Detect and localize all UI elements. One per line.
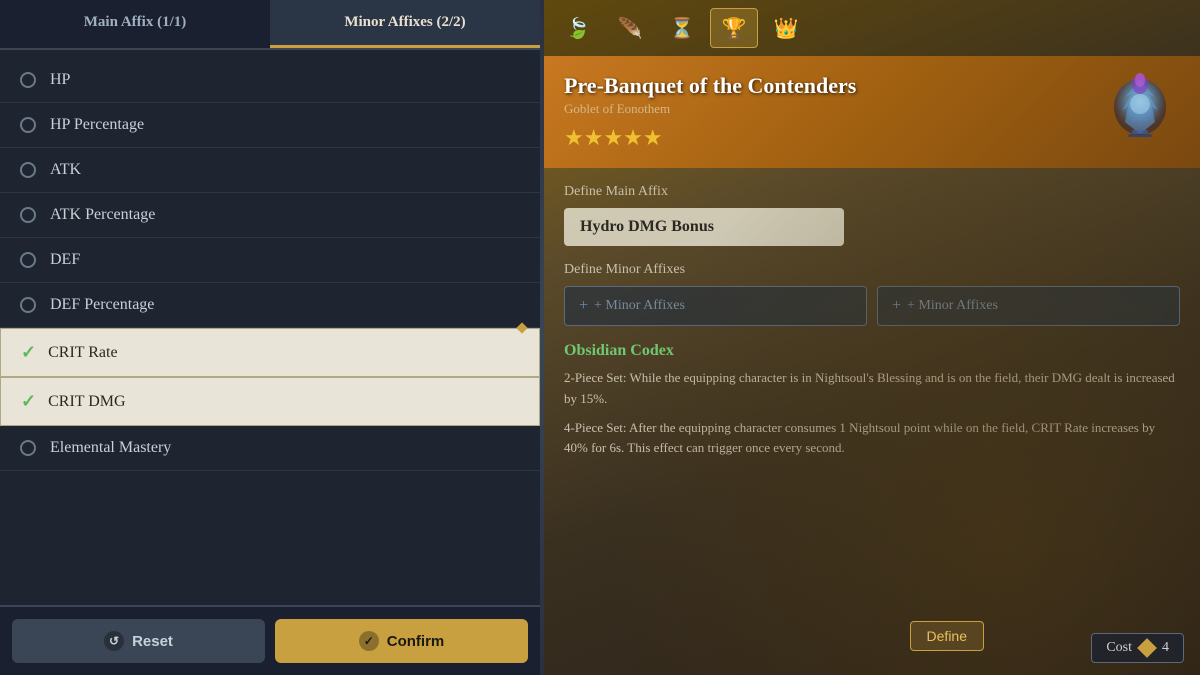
tab-crown[interactable]: 👑	[762, 8, 810, 48]
affix-label-hp-pct: HP Percentage	[50, 116, 144, 134]
equipment-icon-tabs: 🍃 🪶 ⏳ 🏆 👑	[544, 0, 1200, 56]
tab-flower[interactable]: 🍃	[554, 8, 602, 48]
affix-label-crit-rate: CRIT Rate	[48, 344, 117, 362]
minor-affix-label-2: + Minor Affixes	[907, 298, 998, 314]
tab-bar: Main Affix (1/1) Minor Affixes (2/2)	[0, 0, 540, 50]
minor-affix-label-1: + Minor Affixes	[594, 298, 685, 314]
cost-bar: Cost 4	[1091, 633, 1184, 663]
list-item[interactable]: ✓ CRIT Rate	[0, 328, 540, 377]
item-stars: ★★★★★	[564, 125, 1100, 151]
reset-icon: ↺	[104, 631, 124, 651]
radio-atk	[20, 162, 36, 178]
radio-atk-pct	[20, 207, 36, 223]
goblet-icon: 🏆	[722, 16, 747, 41]
confirm-icon: ✓	[359, 631, 379, 651]
check-crit-dmg: ✓	[21, 391, 36, 412]
goblet-svg	[1100, 72, 1180, 152]
define-minor-affixes-label: Define Minor Affixes	[564, 262, 1180, 278]
list-item[interactable]: ✓ ATK Percentage	[0, 193, 540, 238]
item-header: Pre-Banquet of the Contenders Goblet of …	[544, 56, 1200, 168]
item-name: Pre-Banquet of the Contenders	[564, 73, 1100, 99]
tab-minor-affixes[interactable]: Minor Affixes (2/2)	[270, 0, 540, 48]
affix-list: ✓ HP ✓ HP Percentage ✓ ATK ✓ ATK Percent…	[0, 50, 540, 605]
list-item[interactable]: ✓ DEF Percentage	[0, 283, 540, 328]
flower-icon: 🍃	[566, 16, 591, 41]
tab-goblet[interactable]: 🏆	[710, 8, 758, 48]
bottom-buttons: ↺ Reset ✓ Confirm	[0, 605, 540, 675]
cost-diamond-icon	[1137, 638, 1157, 658]
right-panel: 🍃 🪶 ⏳ 🏆 👑 Pre-Banquet of the Contenders …	[544, 0, 1200, 675]
left-panel: Main Affix (1/1) Minor Affixes (2/2) ✓ H…	[0, 0, 540, 675]
list-item[interactable]: ✓ ATK	[0, 148, 540, 193]
define-button[interactable]: Define	[910, 621, 984, 651]
cost-label: Cost	[1106, 640, 1132, 656]
hourglass-icon: ⏳	[670, 16, 695, 41]
list-item[interactable]: ✓ Elemental Mastery	[0, 426, 540, 471]
set-bonus-4pc: 4-Piece Set: After the equipping charact…	[564, 418, 1180, 460]
affix-label-hp: HP	[50, 71, 70, 89]
confirm-button[interactable]: ✓ Confirm	[275, 619, 528, 663]
minor-affix-slot-1[interactable]: + + Minor Affixes	[564, 286, 867, 326]
affix-label-atk: ATK	[50, 161, 81, 179]
list-item[interactable]: ✓ HP Percentage	[0, 103, 540, 148]
reset-label: Reset	[132, 633, 173, 650]
affix-label-atk-pct: ATK Percentage	[50, 206, 155, 224]
affix-label-crit-dmg: CRIT DMG	[48, 393, 126, 411]
list-item[interactable]: ✓ DEF	[0, 238, 540, 283]
item-icon	[1100, 72, 1180, 152]
item-info: Pre-Banquet of the Contenders Goblet of …	[564, 73, 1100, 151]
list-item[interactable]: ✓ HP	[0, 58, 540, 103]
radio-hp-pct	[20, 117, 36, 133]
cost-value: 4	[1162, 640, 1169, 656]
feather-icon: 🪶	[618, 16, 643, 41]
crown-icon: 👑	[774, 16, 799, 41]
radio-def	[20, 252, 36, 268]
content-area: Define Main Affix Hydro DMG Bonus Define…	[544, 168, 1200, 675]
affix-label-elem-mastery: Elemental Mastery	[50, 439, 171, 457]
reset-button[interactable]: ↺ Reset	[12, 619, 265, 663]
tab-feather[interactable]: 🪶	[606, 8, 654, 48]
scroll-indicator	[516, 322, 527, 333]
item-subtitle: Goblet of Eonothem	[564, 101, 1100, 117]
affix-label-def-pct: DEF Percentage	[50, 296, 154, 314]
radio-def-pct	[20, 297, 36, 313]
plus-icon-2: +	[892, 297, 901, 315]
tab-main-affix[interactable]: Main Affix (1/1)	[0, 0, 270, 48]
tab-hourglass[interactable]: ⏳	[658, 8, 706, 48]
radio-hp	[20, 72, 36, 88]
affix-label-def: DEF	[50, 251, 80, 269]
define-main-affix-label: Define Main Affix	[564, 184, 1180, 200]
set-bonus-2pc: 2-Piece Set: While the equipping charact…	[564, 368, 1180, 410]
confirm-label: Confirm	[387, 633, 445, 650]
minor-affix-slot-2[interactable]: + + Minor Affixes	[877, 286, 1180, 326]
minor-affix-slots: + + Minor Affixes + + Minor Affixes	[564, 286, 1180, 326]
radio-elem-mastery	[20, 440, 36, 456]
check-crit-rate: ✓	[21, 342, 36, 363]
main-affix-value[interactable]: Hydro DMG Bonus	[564, 208, 844, 246]
plus-icon-1: +	[579, 297, 588, 315]
set-bonus-title: Obsidian Codex	[564, 342, 1180, 360]
list-item[interactable]: ✓ CRIT DMG	[0, 377, 540, 426]
